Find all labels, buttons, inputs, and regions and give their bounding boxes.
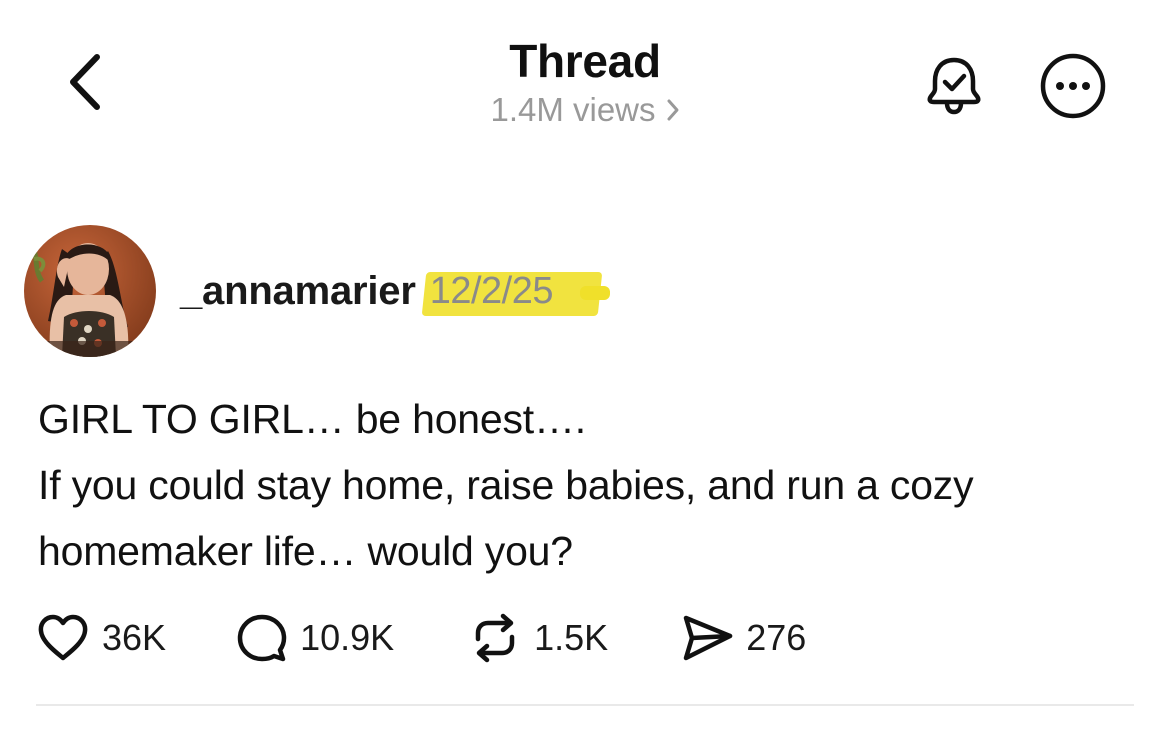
notifications-button[interactable] (918, 48, 990, 120)
repost-button[interactable]: 1.5K (468, 613, 608, 663)
chevron-left-icon (70, 54, 100, 110)
post-line-1: GIRL TO GIRL… be honest…. (38, 396, 586, 442)
share-button[interactable]: 276 (680, 613, 806, 663)
comment-icon (237, 614, 287, 662)
page-title: Thread (509, 35, 661, 87)
divider (36, 704, 1134, 706)
post-body: GIRL TO GIRL… be honest…. If you could s… (38, 386, 1138, 584)
reply-count: 10.9K (300, 617, 395, 658)
post-author-row: _annamarier 12/2/25 (24, 224, 610, 358)
like-button[interactable]: 36K (36, 613, 166, 663)
back-button[interactable] (60, 50, 110, 114)
username[interactable]: _annamarier (180, 269, 416, 314)
post-date: 12/2/25 (421, 269, 610, 316)
bell-check-icon (927, 57, 981, 115)
post-date-text: 12/2/25 (429, 269, 554, 312)
repost-icon (475, 613, 515, 663)
share-count: 276 (746, 617, 807, 658)
chevron-right-icon (667, 99, 679, 121)
avatar-photo (24, 225, 156, 357)
heart-icon (38, 614, 88, 661)
title-block: Thread 1.4M views (385, 34, 785, 130)
like-count: 36K (102, 617, 167, 658)
post-actions: 36K 10.9K 1.5K 276 (36, 606, 806, 670)
post-line-2: If you could stay home, raise babies, an… (38, 462, 974, 574)
top-bar: Thread 1.4M views (0, 0, 1170, 150)
more-options-button[interactable] (1036, 50, 1110, 122)
more-circle-icon (1040, 53, 1106, 119)
views-link[interactable]: 1.4M views (490, 90, 679, 130)
reply-button[interactable]: 10.9K (236, 612, 394, 664)
send-icon (683, 615, 733, 661)
repost-count: 1.5K (534, 617, 609, 658)
date-highlight-tail (579, 285, 610, 300)
views-count: 1.4M views (490, 91, 656, 128)
avatar[interactable] (24, 225, 156, 357)
